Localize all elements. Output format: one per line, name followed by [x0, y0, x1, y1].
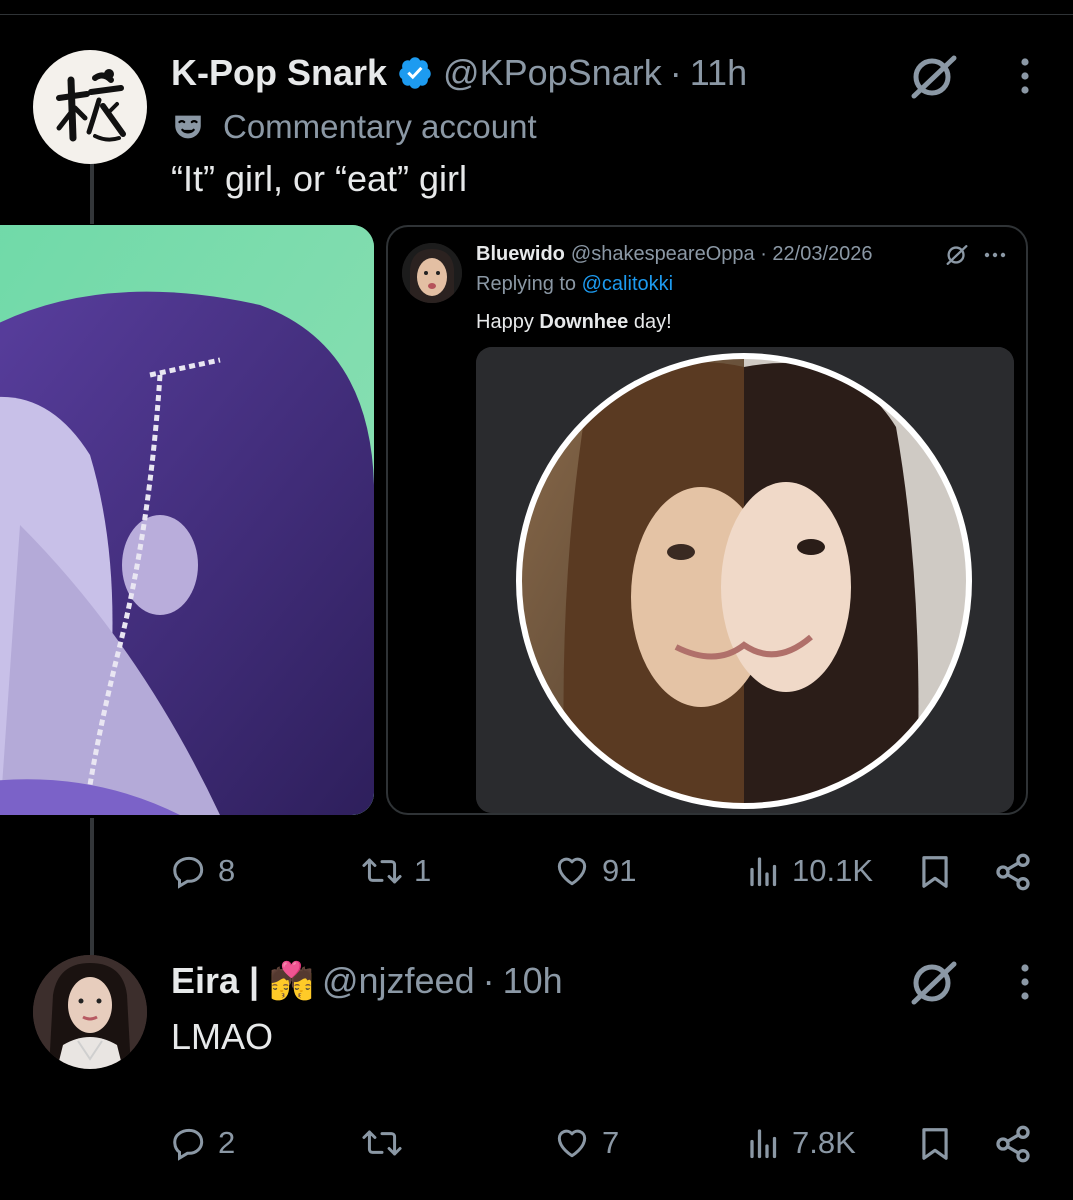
reply-icon: [173, 1128, 204, 1161]
views-icon: [750, 857, 777, 887]
quoted-text: Happy Downhee day!: [476, 311, 672, 333]
reply-count: 8: [218, 853, 236, 888]
quoted-top-actions: [944, 243, 1008, 267]
views-button[interactable]: 7.8K: [746, 1124, 856, 1162]
separator: ·: [482, 960, 495, 1001]
handle[interactable]: @njzfeed: [322, 960, 475, 1002]
display-name[interactable]: K-Pop Snark: [171, 52, 387, 94]
more-icon[interactable]: [982, 243, 1008, 267]
thread-line: [90, 160, 94, 224]
top-divider: [0, 14, 1073, 15]
tweet-top-actions: [906, 52, 1040, 102]
reply-icon: [173, 856, 204, 889]
tweet-media-image[interactable]: [0, 225, 374, 815]
separator: ·: [669, 52, 682, 93]
mask-icon: [175, 115, 201, 139]
quoted-media-image[interactable]: [476, 347, 1014, 813]
views-button[interactable]: 10.1K: [746, 852, 873, 890]
more-icon[interactable]: [1010, 958, 1040, 1008]
reply-button[interactable]: 2: [170, 1124, 235, 1162]
replying-to: Replying to @calitokki: [476, 273, 674, 295]
quoted-handle[interactable]: @shakespeareOppa · 22/03/2026: [571, 243, 873, 266]
repost-count: 1: [414, 853, 432, 888]
avatar[interactable]: [33, 955, 147, 1069]
repost-button[interactable]: [360, 1124, 414, 1162]
reply-button[interactable]: 8: [170, 852, 235, 890]
heart-icon: [557, 857, 587, 886]
views-count: 10.1K: [792, 853, 874, 888]
grok-icon[interactable]: [906, 52, 962, 102]
grok-icon[interactable]: [944, 243, 970, 267]
repost-icon: [362, 1130, 402, 1156]
repost-button[interactable]: 1: [360, 852, 431, 890]
tweet-header: Eira | 💏 @njzfeed · 10h: [171, 958, 563, 1004]
views-icon: [750, 1129, 777, 1159]
views-count: 7.8K: [792, 1125, 856, 1160]
bookmark-icon[interactable]: [916, 852, 954, 892]
handle[interactable]: @KPopSnark: [443, 52, 662, 94]
mention-link[interactable]: @calitokki: [582, 273, 673, 295]
like-button[interactable]: 7: [552, 1124, 619, 1162]
like-count: 91: [602, 853, 637, 888]
bookmark-icon[interactable]: [916, 1124, 954, 1164]
reply-count: 2: [218, 1125, 236, 1160]
tweet-header: K-Pop Snark @KPopSnark · 11h: [171, 50, 747, 96]
timestamp[interactable]: 10h: [503, 960, 563, 1002]
verified-badge-icon: [399, 57, 431, 89]
tweet-text: “It” girl, or “eat” girl: [171, 158, 468, 199]
tweet-top-actions: [906, 958, 1040, 1008]
tweet-text: LMAO: [171, 1016, 274, 1057]
commentary-text: Commentary account: [223, 108, 537, 145]
commentary-label: Commentary account: [171, 108, 537, 146]
quoted-display-name[interactable]: Bluewido: [476, 243, 565, 266]
quoted-avatar[interactable]: [402, 243, 462, 303]
like-button[interactable]: 91: [552, 852, 636, 890]
heart-icon: [557, 1129, 587, 1158]
like-count: 7: [602, 1125, 620, 1160]
display-name[interactable]: Eira | 💏: [171, 960, 314, 1002]
share-icon[interactable]: [993, 852, 1033, 892]
quoted-header: Bluewido @shakespeareOppa · 22/03/2026: [476, 243, 873, 266]
grok-icon[interactable]: [906, 958, 962, 1008]
share-icon[interactable]: [993, 1124, 1033, 1164]
avatar[interactable]: [33, 50, 147, 164]
more-icon[interactable]: [1010, 52, 1040, 102]
thread-line: [90, 818, 94, 960]
repost-icon: [362, 858, 402, 884]
quoted-tweet[interactable]: Bluewido @shakespeareOppa · 22/03/2026 R…: [386, 225, 1028, 815]
timestamp[interactable]: 11h: [690, 52, 747, 94]
